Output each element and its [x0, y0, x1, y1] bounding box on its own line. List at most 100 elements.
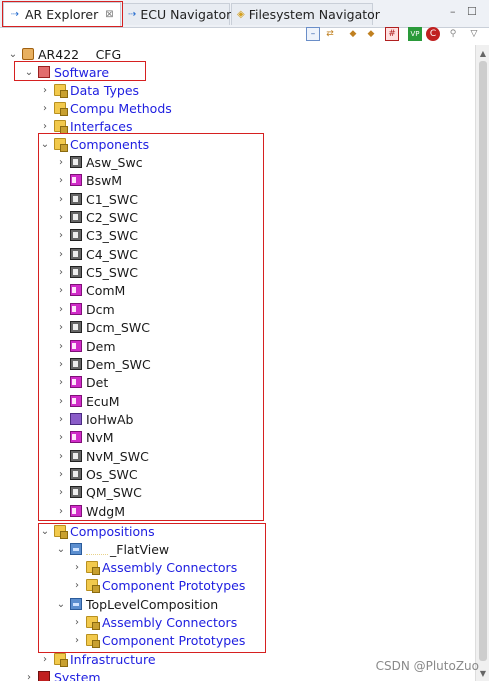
tab-filesystem-navigator[interactable]: ◈ Filesystem Navigator [231, 3, 380, 25]
component-item[interactable]: › C4_SWC [56, 245, 138, 263]
composition-icon [70, 598, 82, 610]
component-item[interactable]: › ComM [56, 281, 125, 299]
bsw-module-icon [70, 505, 82, 517]
collapsed-icon[interactable]: › [72, 562, 82, 573]
collapsed-icon[interactable]: › [56, 175, 66, 186]
pin-icon[interactable]: ⚲ [446, 27, 460, 41]
tree-node-compositions[interactable]: ⌄ Compositions [40, 522, 155, 540]
grid-icon[interactable]: # [385, 27, 399, 41]
component-item[interactable]: › Dem_SWC [56, 355, 151, 373]
component-item[interactable]: › WdgM [56, 502, 125, 520]
component-item[interactable]: › Dem [56, 337, 116, 355]
component-item[interactable]: › NvM [56, 428, 114, 446]
collapsed-icon[interactable]: › [72, 635, 82, 646]
tab-label: Filesystem Navigator [248, 7, 380, 22]
expanded-icon[interactable]: ⌄ [56, 544, 66, 555]
tree-node-component-prototypes[interactable]: › Component Prototypes [72, 576, 245, 594]
tree-node-component-prototypes-2[interactable]: › Component Prototypes [72, 631, 245, 649]
collapsed-icon[interactable]: › [56, 451, 66, 462]
collapsed-icon[interactable]: › [56, 359, 66, 370]
expanded-icon[interactable]: ⌄ [40, 526, 50, 537]
filter-2-icon[interactable]: ◆ [364, 27, 378, 41]
component-item[interactable]: › Dcm_SWC [56, 318, 150, 336]
component-item[interactable]: › QM_SWC [56, 483, 142, 501]
tree-label-components: Components [70, 136, 150, 152]
bsw-module-icon [70, 395, 82, 407]
tree-node-data-types[interactable]: › Data Types [40, 81, 139, 99]
collapsed-icon[interactable]: › [56, 432, 66, 443]
scroll-thumb[interactable] [479, 61, 487, 661]
tree-node-compu-methods[interactable]: › Compu Methods [40, 99, 172, 117]
vp-icon[interactable]: VP [408, 27, 422, 41]
scroll-up-icon[interactable]: ▲ [476, 46, 489, 60]
component-item[interactable]: › Det [56, 373, 108, 391]
collapsed-icon[interactable]: › [56, 322, 66, 333]
package-folder-icon [86, 616, 100, 630]
tree-node-top-level-composition[interactable]: ⌄ TopLevelComposition [56, 595, 218, 613]
component-item[interactable]: › C3_SWC [56, 226, 138, 244]
tree-node-assembly-connectors-2[interactable]: › Assembly Connectors [72, 613, 237, 631]
collapse-all-icon[interactable]: – [306, 27, 320, 41]
close-icon[interactable]: ⊠ [105, 9, 113, 20]
tree-label-assembly-connectors: Assembly Connectors [102, 614, 238, 630]
component-item[interactable]: › EcuM [56, 392, 119, 410]
component-item[interactable]: › Os_SWC [56, 465, 138, 483]
software-component-icon [70, 229, 82, 241]
collapsed-icon[interactable]: › [56, 230, 66, 241]
tree-node-flatview[interactable]: ⌄ _FlatView [56, 540, 169, 558]
maximize-button[interactable]: ☐ [467, 5, 477, 18]
collapsed-icon[interactable]: › [56, 212, 66, 223]
view-menu-icon[interactable]: ▽ [467, 27, 481, 41]
collapsed-icon[interactable]: › [56, 396, 66, 407]
component-item[interactable]: › C5_SWC [56, 263, 138, 281]
tree-node-interfaces[interactable]: › Interfaces [40, 117, 132, 135]
collapsed-icon[interactable]: › [56, 285, 66, 296]
collapsed-icon[interactable]: › [40, 85, 50, 96]
expanded-icon[interactable]: ⌄ [40, 139, 50, 150]
collapsed-icon[interactable]: › [56, 469, 66, 480]
vertical-scrollbar[interactable]: ▲ ▼ [475, 45, 489, 681]
collapsed-icon[interactable]: › [40, 103, 50, 114]
collapsed-icon[interactable]: › [40, 121, 50, 132]
component-item[interactable]: › IoHwAb [56, 410, 133, 428]
minimize-button[interactable]: – [450, 5, 456, 18]
collapsed-icon[interactable]: › [56, 506, 66, 517]
component-item[interactable]: › Asw_Swc [56, 153, 143, 171]
filter-icon[interactable]: ◆ [346, 27, 360, 41]
tree-node-software[interactable]: ⌄ Software [24, 63, 109, 81]
component-item[interactable]: › C2_SWC [56, 208, 138, 226]
refresh-icon[interactable]: C [426, 27, 440, 41]
tree-node-assembly-connectors[interactable]: › Assembly Connectors [72, 558, 237, 576]
collapsed-icon[interactable]: › [72, 580, 82, 591]
collapsed-icon[interactable]: › [56, 194, 66, 205]
collapsed-icon[interactable]: › [40, 654, 50, 665]
component-item[interactable]: › C1_SWC [56, 190, 138, 208]
bsw-module-icon [70, 376, 82, 388]
tree-node-system[interactable]: › System [24, 668, 101, 681]
collapsed-icon[interactable]: › [72, 617, 82, 628]
software-component-icon [70, 211, 82, 223]
tree-node-root[interactable]: ⌄ AR422_ _CFG [8, 45, 121, 63]
tree-node-components[interactable]: ⌄ Components [40, 135, 149, 153]
collapsed-icon[interactable]: › [56, 414, 66, 425]
tab-ecu-navigator[interactable]: ⇢ ECU Navigator [122, 3, 231, 25]
link-editor-icon[interactable]: ⇄ [323, 27, 337, 41]
autosar-project-icon [22, 48, 34, 60]
component-item[interactable]: › Dcm [56, 300, 115, 318]
collapsed-icon[interactable]: › [56, 377, 66, 388]
tree-node-infrastructure[interactable]: › Infrastructure [40, 650, 156, 668]
expanded-icon[interactable]: ⌄ [56, 599, 66, 610]
component-item[interactable]: › NvM_SWC [56, 447, 149, 465]
collapsed-icon[interactable]: › [24, 672, 34, 681]
collapsed-icon[interactable]: › [56, 341, 66, 352]
component-item[interactable]: › BswM [56, 171, 122, 189]
collapsed-icon[interactable]: › [56, 267, 66, 278]
collapsed-icon[interactable]: › [56, 304, 66, 315]
collapsed-icon[interactable]: › [56, 249, 66, 260]
collapsed-icon[interactable]: › [56, 487, 66, 498]
collapsed-icon[interactable]: › [56, 157, 66, 168]
expanded-icon[interactable]: ⌄ [24, 67, 34, 78]
expanded-icon[interactable]: ⌄ [8, 49, 18, 60]
bsw-module-icon [70, 284, 82, 296]
tab-ar-explorer[interactable]: ⇢ AR Explorer ⊠ [3, 2, 121, 26]
